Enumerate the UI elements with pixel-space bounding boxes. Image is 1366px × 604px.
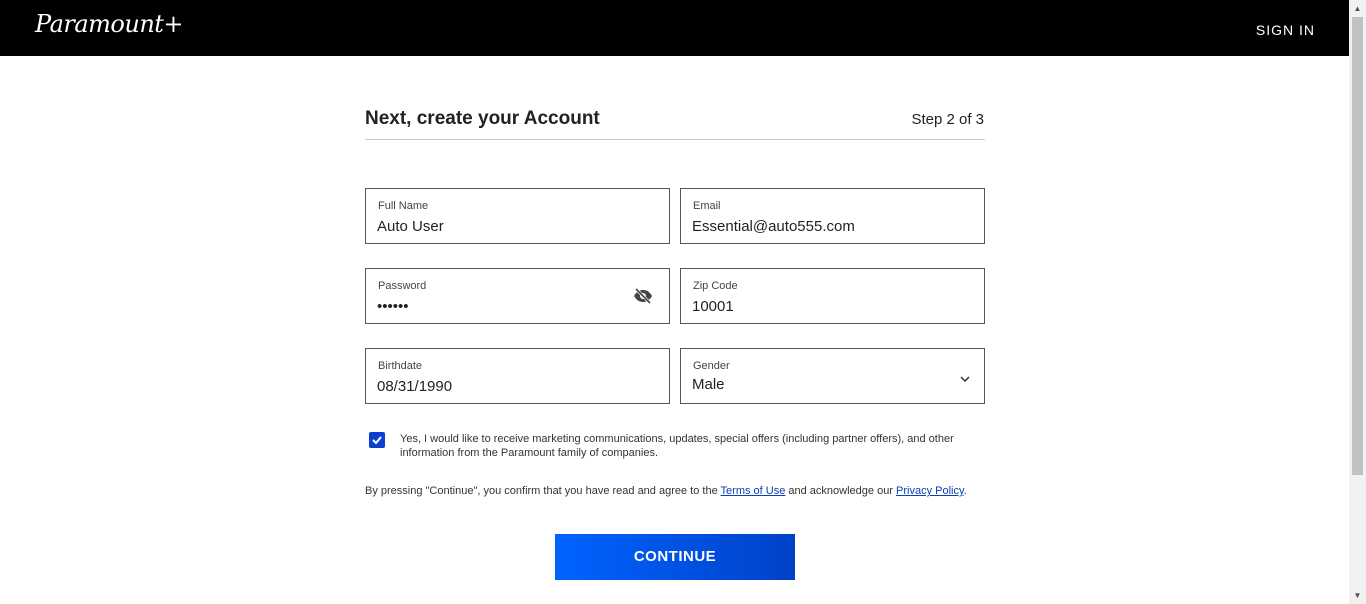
password-input[interactable]: •••••• [377,298,409,315]
marketing-consent-text: Yes, I would like to receive marketing c… [400,433,954,459]
scroll-up-arrow-icon[interactable]: ▲ [1349,0,1366,17]
legal-prefix: By pressing "Continue", you confirm that… [365,485,721,497]
birthdate-input[interactable]: 08/31/1990 [377,378,452,395]
zip-code-input[interactable]: 10001 [692,298,734,315]
terms-of-use-link[interactable]: Terms of Use [721,485,786,497]
password-field[interactable]: Password •••••• [365,268,670,324]
scrollbar-thumb[interactable] [1352,17,1363,475]
birthdate-field[interactable]: Birthdate 08/31/1990 [365,348,670,404]
marketing-consent-checkbox[interactable] [369,432,385,448]
legal-notice: By pressing "Continue", you confirm that… [365,484,990,498]
full-name-input[interactable]: Auto User [377,218,444,235]
hide-password-eye-icon[interactable] [633,286,653,306]
privacy-policy-link[interactable]: Privacy Policy [896,485,964,497]
legal-middle: and acknowledge our [785,485,897,497]
email-label: Email [693,200,721,212]
full-name-field[interactable]: Full Name Auto User [365,188,670,244]
gender-label: Gender [693,360,730,372]
gender-select[interactable]: Gender Male [680,348,985,404]
paramount-plus-logo[interactable]: Paramount+ [35,10,184,38]
checkmark-icon [372,436,382,445]
page-title: Next, create your Account [365,108,600,129]
continue-button[interactable]: CONTINUE [555,534,795,580]
chevron-down-icon[interactable] [959,371,971,383]
sign-in-link[interactable]: SIGN IN [1256,22,1315,38]
password-label: Password [378,280,427,292]
email-field[interactable]: Email Essential@auto555.com [680,188,985,244]
birthdate-label: Birthdate [378,360,423,372]
step-indicator: Step 2 of 3 [911,111,984,128]
zip-code-label: Zip Code [693,280,738,292]
email-input[interactable]: Essential@auto555.com [692,218,855,235]
full-name-label: Full Name [378,200,429,212]
legal-suffix: . [963,485,967,497]
zip-code-field[interactable]: Zip Code 10001 [680,268,985,324]
scroll-down-arrow-icon[interactable]: ▼ [1349,587,1366,604]
gender-selected-value: Male [692,376,725,393]
top-nav-bar: Paramount+ SIGN IN [0,0,1349,56]
page-scrollbar[interactable]: ▲ ▼ [1349,0,1366,604]
heading-divider [365,139,985,140]
